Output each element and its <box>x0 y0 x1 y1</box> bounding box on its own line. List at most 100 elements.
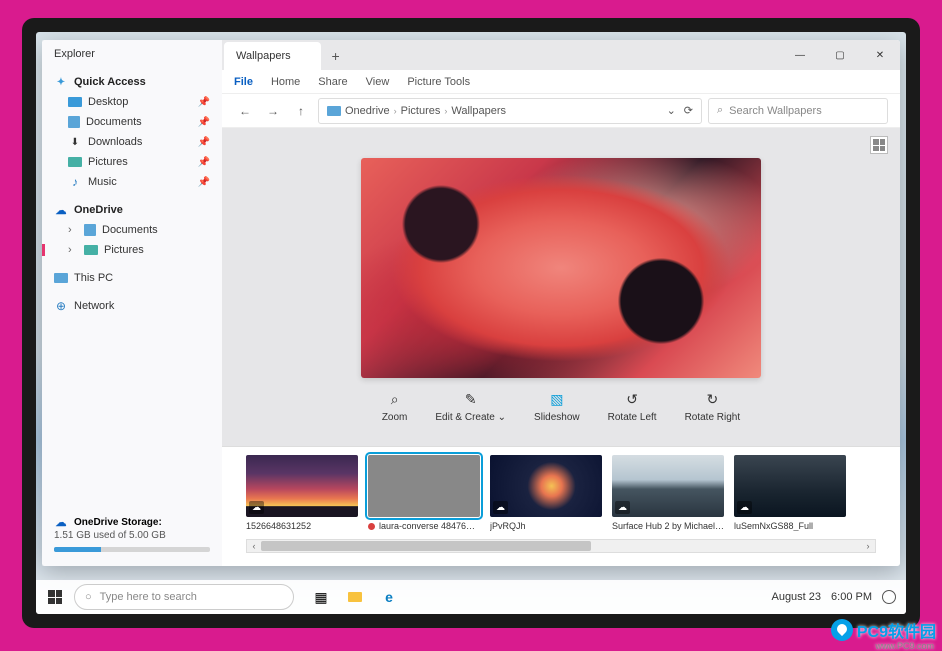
thumbnail-label: luSemNxGS88_Full <box>734 521 846 531</box>
watermark: PC9软件园 www.PC9.com <box>831 618 936 642</box>
thumbnail-item[interactable]: ☁1526648631252 <box>246 455 358 533</box>
nav-up-button[interactable]: ↑ <box>290 100 312 122</box>
sidebar-item-network[interactable]: ⊕Network <box>42 296 222 316</box>
quick-access-heading[interactable]: ✦ Quick Access <box>42 72 222 92</box>
cloud-status-icon: ☁ <box>249 501 264 514</box>
pin-icon[interactable]: 📌 <box>198 117 210 128</box>
tool-slideshow[interactable]: ▧Slideshow <box>534 392 580 423</box>
search-box[interactable]: ⌕ Search Wallpapers <box>708 98 888 124</box>
taskbar-app-edge[interactable]: e <box>374 584 404 610</box>
sync-status-icon <box>368 523 375 530</box>
ribbon-view[interactable]: View <box>366 76 390 88</box>
pin-icon[interactable]: 📌 <box>198 157 210 168</box>
sidebar-network-section: ⊕Network <box>42 292 222 320</box>
sidebar-item-od-pictures[interactable]: ›Pictures <box>42 240 222 260</box>
scroll-track[interactable] <box>261 541 861 551</box>
edit-icon: ✎ <box>465 392 477 408</box>
chevron-right-icon: › <box>394 106 397 116</box>
ribbon-file[interactable]: File <box>234 76 253 88</box>
pin-icon[interactable]: 📌 <box>198 177 210 188</box>
sidebar-item-documents[interactable]: Documents📌 <box>42 112 222 132</box>
watermark-logo-icon <box>831 619 853 641</box>
preview-content <box>361 158 761 378</box>
storage-text: 1.51 GB used of 5.00 GB <box>54 530 210 541</box>
tool-edit[interactable]: ✎Edit & Create ⌄ <box>435 392 506 423</box>
sidebar-item-desktop[interactable]: Desktop📌 <box>42 92 222 112</box>
thumbnail-image <box>368 455 480 517</box>
desktop-wallpaper: Explorer ✦ Quick Access Desktop📌 Documen… <box>36 32 906 614</box>
scroll-left-button[interactable]: ‹ <box>247 541 261 551</box>
sidebar-item-od-documents[interactable]: ›Documents <box>42 220 222 240</box>
breadcrumb-dropdown[interactable]: ⌄ <box>663 104 680 117</box>
zoom-icon: ⌕ <box>391 392 399 408</box>
watermark-text: PC9软件园 <box>857 618 936 642</box>
breadcrumb-pictures[interactable]: Pictures <box>401 105 441 117</box>
content-area: ⌕Zoom ✎Edit & Create ⌄ ▧Slideshow ↺Rotat… <box>222 128 900 566</box>
taskbar-app-explorer[interactable] <box>340 584 370 610</box>
chevron-down-icon: ⌄ <box>498 412 506 423</box>
start-button[interactable] <box>42 584 68 610</box>
cloud-status-icon: ☁ <box>615 501 630 514</box>
breadcrumb-onedrive[interactable]: Onedrive <box>345 105 390 117</box>
horizontal-scrollbar[interactable]: ‹ › <box>246 539 876 553</box>
tray-date[interactable]: August 23 <box>771 591 821 603</box>
address-bar[interactable]: Onedrive› Pictures› Wallpapers ⌄ ⟳ <box>318 98 702 124</box>
tool-rotate-right[interactable]: ↻Rotate Right <box>685 392 741 423</box>
tab-add-button[interactable]: + <box>321 42 351 70</box>
arrow-left-icon: ← <box>239 104 251 118</box>
thumbnail-label: laura-converse 48476… <box>368 521 480 531</box>
nav-forward-button[interactable]: → <box>262 100 284 122</box>
pin-icon[interactable]: 📌 <box>198 137 210 148</box>
image-preview[interactable] <box>361 158 761 378</box>
window-controls: — ▢ ✕ <box>780 40 900 70</box>
tab-bar: Wallpapers + — ▢ ✕ <box>222 40 900 70</box>
thumbnail-item[interactable]: ☁Surface Hub 2 by Michael… <box>612 455 724 533</box>
ribbon: File Home Share View Picture Tools <box>222 70 900 94</box>
onedrive-label: OneDrive <box>74 204 123 216</box>
rotate-right-icon: ↻ <box>706 392 718 408</box>
search-icon: ○ <box>85 591 92 603</box>
tool-zoom[interactable]: ⌕Zoom <box>382 392 408 423</box>
ribbon-home[interactable]: Home <box>271 76 300 88</box>
minimize-button[interactable]: — <box>780 40 820 70</box>
ribbon-share[interactable]: Share <box>318 76 347 88</box>
tray-time[interactable]: 6:00 PM <box>831 591 872 603</box>
tool-rotate-left[interactable]: ↺Rotate Left <box>608 392 657 423</box>
thumbnail-item[interactable]: ☁luSemNxGS88_Full <box>734 455 846 533</box>
storage-fill <box>54 547 101 552</box>
pin-icon[interactable]: 📌 <box>198 97 210 108</box>
view-toggle-button[interactable] <box>870 136 888 154</box>
refresh-button[interactable]: ⟳ <box>684 104 693 117</box>
sidebar-item-this-pc[interactable]: This PC <box>42 268 222 288</box>
preview-area: ⌕Zoom ✎Edit & Create ⌄ ▧Slideshow ↺Rotat… <box>222 128 900 446</box>
onedrive-heading[interactable]: ☁ OneDrive <box>42 200 222 220</box>
ribbon-picture-tools[interactable]: Picture Tools <box>407 76 470 88</box>
sidebar-item-music[interactable]: ♪Music📌 <box>42 172 222 192</box>
folder-icon <box>327 106 341 116</box>
music-icon: ♪ <box>68 176 82 188</box>
thumbnail-item[interactable]: laura-converse 48476… <box>368 455 480 533</box>
arrow-up-icon: ↑ <box>298 104 304 118</box>
chevron-right-icon: › <box>68 244 78 256</box>
chevron-right-icon: › <box>444 106 447 116</box>
sidebar-item-downloads[interactable]: ⬇Downloads📌 <box>42 132 222 152</box>
breadcrumb-wallpapers[interactable]: Wallpapers <box>451 105 506 117</box>
close-button[interactable]: ✕ <box>860 40 900 70</box>
sidebar-item-pictures[interactable]: Pictures📌 <box>42 152 222 172</box>
storage-bar <box>54 547 210 552</box>
rotate-left-icon: ↺ <box>626 392 638 408</box>
document-icon <box>84 224 96 236</box>
taskbar-app-store[interactable]: ▦ <box>306 584 336 610</box>
scroll-thumb[interactable] <box>261 541 591 551</box>
pictures-icon <box>68 157 82 167</box>
tray-action-center-icon[interactable] <box>882 590 896 604</box>
thumbnail-item[interactable]: ☁jPvRQJh <box>490 455 602 533</box>
nav-back-button[interactable]: ← <box>234 100 256 122</box>
search-icon: ⌕ <box>717 104 723 117</box>
tab-wallpapers[interactable]: Wallpapers <box>224 42 321 70</box>
maximize-button[interactable]: ▢ <box>820 40 860 70</box>
thumbnail-image: ☁ <box>612 455 724 517</box>
scroll-right-button[interactable]: › <box>861 541 875 551</box>
sidebar-this-pc-section: This PC <box>42 264 222 292</box>
taskbar-search[interactable]: ○ Type here to search <box>74 584 294 610</box>
